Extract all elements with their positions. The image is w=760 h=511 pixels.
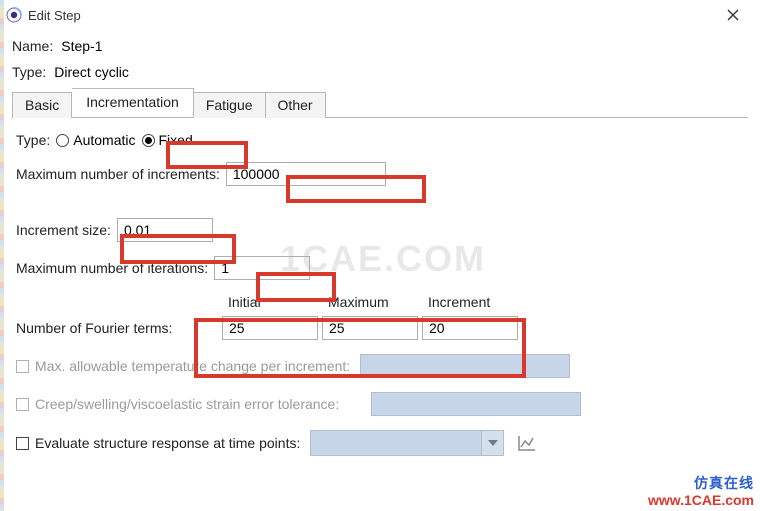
radio-automatic-label: Automatic [73, 132, 135, 148]
tab-incrementation[interactable]: Incrementation [72, 88, 194, 117]
edit-step-dialog: Edit Step Name: Step-1 Type: Direct cycl… [0, 0, 760, 511]
max-temp-input [360, 354, 570, 378]
tab-other[interactable]: Other [266, 92, 326, 118]
name-row: Name: Step-1 [12, 38, 748, 54]
inc-type-label: Type: [16, 132, 50, 148]
eval-row: Evaluate structure response at time poin… [16, 430, 744, 456]
window-title: Edit Step [28, 8, 81, 23]
radio-fixed-label: Fixed [159, 132, 193, 148]
close-icon [727, 9, 739, 21]
fourier-maximum-input[interactable] [322, 316, 418, 340]
dialog-body: Name: Step-1 Type: Direct cyclic Basic I… [0, 30, 760, 482]
inc-type-row: Type: Automatic Fixed [16, 132, 744, 148]
chevron-down-icon [481, 431, 503, 455]
col-header-maximum: Maximum [328, 294, 428, 310]
eval-timepoints-dropdown[interactable] [310, 430, 504, 456]
max-increments-input[interactable] [226, 162, 386, 186]
creep-input [371, 392, 581, 416]
fourier-increment-input[interactable] [422, 316, 518, 340]
increment-size-label: Increment size: [16, 222, 111, 238]
radio-automatic[interactable] [56, 134, 69, 147]
name-value: Step-1 [61, 38, 102, 54]
max-temp-checkbox[interactable] [16, 360, 29, 373]
radio-fixed[interactable] [142, 134, 155, 147]
titlebar: Edit Step [0, 0, 760, 30]
footer-brand-url: www.1CAE.com [648, 492, 754, 509]
fourier-col-headers: Initial Maximum Increment [228, 294, 744, 310]
max-increments-row: Maximum number of increments: [16, 162, 744, 186]
tab-basic[interactable]: Basic [12, 92, 72, 118]
max-temp-row: Max. allowable temperature change per in… [16, 354, 744, 378]
max-iterations-input[interactable] [214, 256, 310, 280]
increment-size-input[interactable] [117, 218, 213, 242]
tab-strip: Basic Incrementation Fatigue Other [12, 90, 748, 118]
max-iterations-label: Maximum number of iterations: [16, 260, 208, 276]
app-icon [6, 7, 22, 23]
max-increments-label: Maximum number of increments: [16, 166, 220, 182]
tab-fatigue[interactable]: Fatigue [194, 92, 266, 118]
tab-content-incrementation: Type: Automatic Fixed Maximum number of … [12, 118, 748, 474]
type-row: Type: Direct cyclic [12, 64, 748, 80]
fourier-label: Number of Fourier terms: [16, 320, 216, 336]
name-label: Name: [12, 38, 53, 54]
fourier-initial-input[interactable] [222, 316, 318, 340]
col-header-initial: Initial [228, 294, 328, 310]
eval-label: Evaluate structure response at time poin… [35, 435, 300, 451]
close-button[interactable] [712, 1, 754, 29]
type-label: Type: [12, 64, 46, 80]
col-header-increment: Increment [428, 294, 528, 310]
creep-label: Creep/swelling/viscoelastic strain error… [35, 396, 339, 412]
fourier-row: Number of Fourier terms: [16, 316, 744, 340]
eval-checkbox[interactable] [16, 437, 29, 450]
creep-row: Creep/swelling/viscoelastic strain error… [16, 392, 744, 416]
creep-checkbox[interactable] [16, 398, 29, 411]
increment-size-row: Increment size: [16, 218, 744, 242]
timepoints-chart-icon[interactable] [514, 431, 540, 455]
max-iterations-row: Maximum number of iterations: [16, 256, 744, 280]
max-temp-label: Max. allowable temperature change per in… [35, 358, 350, 374]
type-value: Direct cyclic [54, 64, 129, 80]
